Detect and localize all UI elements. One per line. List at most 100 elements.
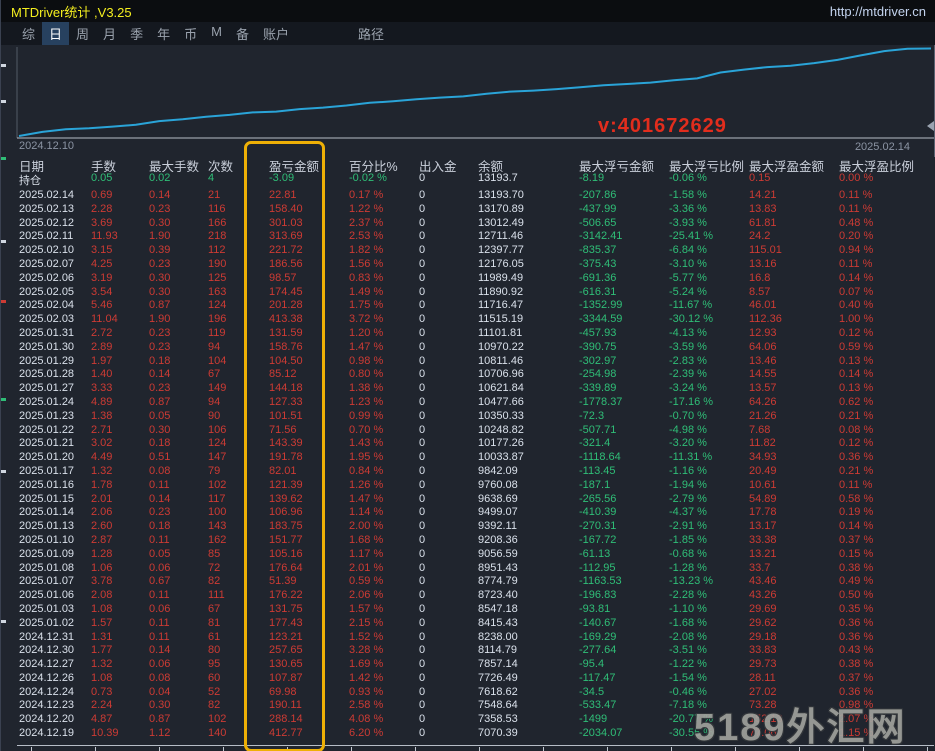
position-row[interactable]: 持仓 0.05 0.02 4 -3.09 -0.02 % 0 13193.7 -8.19 -0.0… (1, 172, 935, 186)
menu-item-1[interactable]: 综 (15, 22, 42, 45)
table-row[interactable]: 2025.01.07 3.78 0.67 82 51.39 0.59 % 0 8774.79 -… (1, 575, 935, 589)
table-row[interactable]: 2025.01.13 2.60 0.18 143 183.75 2.00 % 0 9392.1… (1, 520, 935, 534)
equity-curve (18, 47, 932, 137)
cell: 11515.19 (478, 313, 524, 326)
cell: 10350.33 (478, 409, 524, 422)
table-row[interactable]: 2025.02.10 3.15 0.39 112 221.72 1.82 % 0 12397.… (1, 244, 935, 258)
cell: 13.83 (749, 202, 777, 215)
cell: 0 (419, 368, 426, 381)
table-row[interactable]: 2024.12.26 1.08 0.08 60 107.87 1.42 % 0 7726.49… (1, 672, 935, 686)
table-body: 2025.02.14 0.69 0.14 21 22.81 0.17 % 0 13193.70… (1, 189, 935, 741)
menu-item-7[interactable]: 币 (177, 22, 204, 45)
table-row[interactable]: 2025.01.31 2.72 0.23 119 131.59 1.20 % 0 11101.… (1, 327, 935, 341)
cell: 2025.01.16 (19, 478, 75, 491)
menu-item-9[interactable]: 备 (229, 22, 256, 45)
cell: 21 (208, 189, 221, 201)
cell: 1.49 % (349, 285, 384, 298)
cell: -5.24 % (669, 285, 707, 298)
menu-item-4[interactable]: 月 (96, 22, 123, 45)
chart-end-date: 2025.02.14 (854, 141, 910, 153)
cell: -2.08 % (669, 630, 707, 643)
table-row[interactable]: 2025.01.23 1.38 0.05 90 101.51 0.99 % 0 10350.3… (1, 410, 935, 424)
cell: 2025.01.20 (19, 451, 75, 464)
cell: 0.67 (149, 575, 171, 588)
table-row[interactable]: 2025.02.05 3.54 0.30 163 174.45 1.49 % 0 11890.… (1, 286, 935, 300)
table-row[interactable]: 2025.01.27 3.33 0.23 149 144.18 1.38 % 0 10621.… (1, 382, 935, 396)
table-row[interactable]: 2025.02.11 11.93 1.90 218 313.69 2.53 % 0 12711… (1, 230, 935, 244)
cell: 95 (208, 658, 221, 671)
cell: 10706.96 (478, 368, 524, 381)
cell: -1.68 % (669, 616, 707, 629)
table-row[interactable]: 2025.01.10 2.87 0.11 162 151.77 1.68 % 0 9208.3… (1, 534, 935, 548)
menu-item-path[interactable]: 路径 (358, 24, 384, 43)
cell: 1.22 % (349, 202, 384, 215)
cell: 2024.12.19 (19, 727, 75, 740)
cell: -95.4 (579, 658, 605, 671)
table-row[interactable]: 2025.02.07 4.25 0.23 190 186.56 1.56 % 0 12176.… (1, 258, 935, 272)
table-row[interactable]: 2025.01.14 2.06 0.23 100 106.96 1.14 % 0 9499.0… (1, 506, 935, 520)
cell: 1.57 % (349, 602, 384, 615)
table-row[interactable]: 2025.01.16 1.78 0.11 102 121.39 1.26 % 0 9760.0… (1, 479, 935, 493)
cell: 124 (208, 437, 227, 450)
menu-item-8[interactable]: M (204, 22, 229, 45)
table-row[interactable]: 2025.01.20 4.49 0.51 147 191.78 1.95 % 0 10033.… (1, 451, 935, 465)
table-row[interactable]: 2024.12.27 1.32 0.06 95 130.65 1.69 % 0 7857.14… (1, 658, 935, 672)
table-row[interactable]: 2025.01.30 2.89 0.23 94 158.76 1.47 % 0 10970.2… (1, 341, 935, 355)
table-row[interactable]: 2025.01.06 2.08 0.11 111 176.22 2.06 % 0 8723.4… (1, 589, 935, 603)
app-window: MTDriver统计 ,V3.25 http://mtdriver.cn 综日周… (0, 0, 935, 751)
table-row[interactable]: 2025.01.02 1.57 0.11 81 177.43 2.15 % 0 8415.43… (1, 617, 935, 631)
table-row[interactable]: 2025.02.14 0.69 0.14 21 22.81 0.17 % 0 13193.70… (1, 189, 935, 203)
table-row[interactable]: 2024.12.31 1.31 0.11 61 123.21 1.52 % 0 8238.00… (1, 631, 935, 645)
cell: 0.18 (149, 520, 171, 533)
menu-item-3[interactable]: 周 (69, 22, 96, 45)
table-row[interactable]: 2025.01.08 1.06 0.06 72 176.64 2.01 % 0 8951.43… (1, 562, 935, 576)
cell: 9499.07 (478, 506, 518, 519)
chart-scroll-arrow-icon[interactable] (927, 121, 934, 131)
table-row[interactable]: 2025.02.03 11.04 1.90 196 413.38 3.72 % 0 11515… (1, 313, 935, 327)
cell: 0.43 % (839, 644, 874, 657)
table-row[interactable]: 2025.01.09 1.28 0.05 85 105.16 1.17 % 0 9056.59… (1, 548, 935, 562)
vendor-url-link[interactable]: http://mtdriver.cn (830, 4, 926, 19)
cell: -1118.64 (579, 451, 621, 464)
equity-chart: v:401672629 2024.12.10 2025.02.14 (1, 45, 935, 160)
cell: 0.23 (149, 506, 171, 519)
cell: -11.31 % (669, 451, 713, 464)
table-row[interactable]: 2025.01.15 2.01 0.14 117 139.62 1.47 % 0 9638.6… (1, 493, 935, 507)
cell: 0.73 (91, 685, 113, 698)
cell: 0.23 (149, 326, 171, 339)
cell: 0.14 % (839, 271, 874, 284)
menu-item-10[interactable]: 账户 (256, 22, 296, 45)
cell: 7726.49 (478, 671, 518, 684)
cell: 2025.01.09 (19, 547, 75, 560)
cell: 107.87 (269, 671, 303, 684)
cell: 0.38 % (839, 561, 874, 574)
menu-item-5[interactable]: 季 (123, 22, 150, 45)
cell: 2.06 (91, 506, 113, 519)
table-row[interactable]: 2025.01.03 1.08 0.06 67 131.75 1.57 % 0 8547.18… (1, 603, 935, 617)
table-row[interactable]: 2025.02.12 3.69 0.30 166 301.03 2.37 % 0 13012.… (1, 217, 935, 231)
table-row[interactable]: 2025.02.06 3.19 0.30 125 98.57 0.83 % 0 11989.4… (1, 272, 935, 286)
cell: -2.83 % (669, 354, 707, 367)
table-row[interactable]: 2025.01.17 1.32 0.08 79 82.01 0.84 % 0 9842.09 -… (1, 465, 935, 479)
position-cell: 0.00 % (839, 172, 874, 184)
menu-item-2[interactable]: 日 (42, 22, 70, 45)
table-row[interactable]: 2025.01.22 2.71 0.30 106 71.56 0.70 % 0 10248.8… (1, 424, 935, 438)
cell: 4.87 (91, 713, 113, 726)
cell: 115.01 (749, 244, 782, 257)
cell: 13.17 (749, 520, 777, 533)
table-row[interactable]: 2025.01.21 3.02 0.18 124 143.39 1.43 % 0 10177.… (1, 437, 935, 451)
cell: 2025.02.05 (19, 285, 75, 298)
cell: 257.65 (269, 644, 303, 657)
cell: 2.28 (91, 202, 113, 215)
table-row[interactable]: 2025.02.04 5.46 0.87 124 201.28 1.75 % 0 11716.… (1, 299, 935, 313)
cell: 0.30 (149, 699, 171, 712)
cell: 221.72 (269, 244, 303, 257)
menu-item-6[interactable]: 年 (150, 22, 177, 45)
table-row[interactable]: 2025.01.24 4.89 0.87 94 127.33 1.23 % 0 10477.6… (1, 396, 935, 410)
table-row[interactable]: 2024.12.30 1.77 0.14 80 257.65 3.28 % 0 8114.79… (1, 644, 935, 658)
cell: 0.13 % (839, 382, 874, 395)
table-row[interactable]: 2025.01.28 1.40 0.14 67 85.12 0.80 % 0 10706.96… (1, 368, 935, 382)
cell: 61 (208, 630, 221, 643)
table-row[interactable]: 2025.02.13 2.28 0.23 116 158.40 1.22 % 0 13170.… (1, 203, 935, 217)
table-row[interactable]: 2025.01.29 1.97 0.18 104 104.50 0.98 % 0 10811.… (1, 355, 935, 369)
